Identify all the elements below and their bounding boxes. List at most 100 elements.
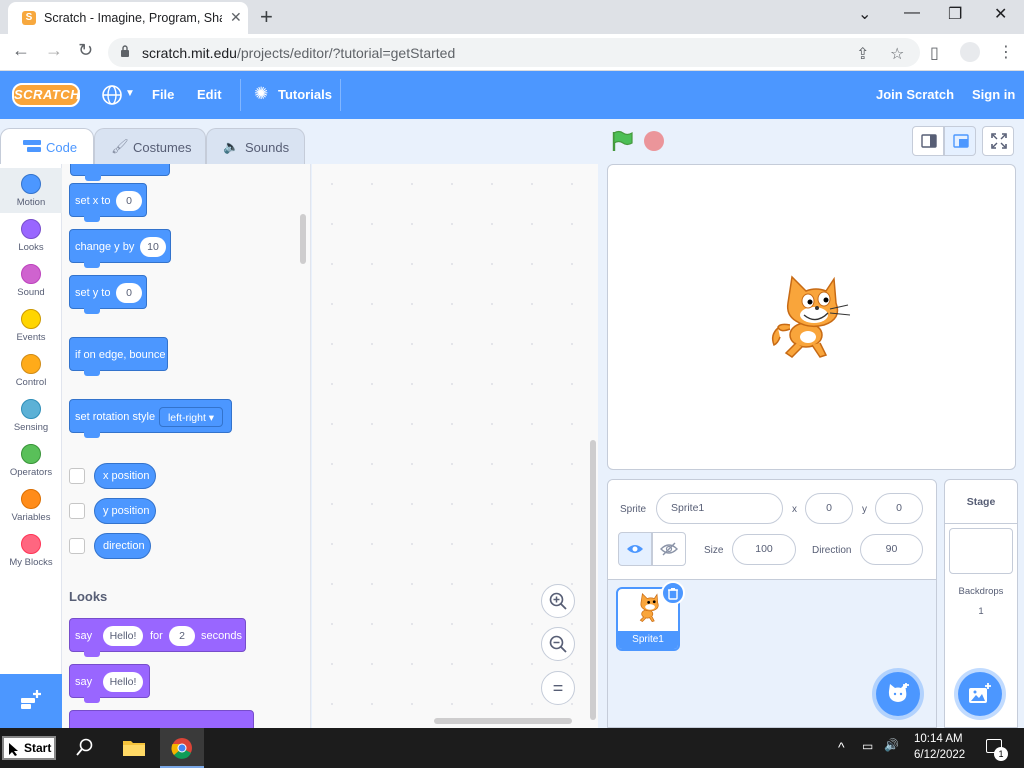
volume-icon[interactable]: 🔊	[884, 738, 899, 752]
stage-thumbnail[interactable]	[949, 528, 1013, 574]
bookmark-star-icon[interactable]: ☆	[890, 44, 904, 64]
tab-sounds[interactable]: 🔈 Sounds	[206, 128, 305, 164]
say-text-input[interactable]: Hello!	[103, 672, 143, 692]
image-add-icon	[969, 683, 991, 703]
reporter-y-position[interactable]: y position	[94, 498, 156, 524]
tray-chevron-up-icon[interactable]: ^	[838, 739, 845, 755]
file-explorer-icon[interactable]	[122, 737, 146, 757]
normal-stage-button[interactable]	[944, 126, 976, 156]
sprite-info-panel: Sprite Sprite1 x 0 y 0 Size 100 Directio…	[608, 480, 936, 580]
category-control[interactable]: Control	[0, 348, 62, 393]
rotation-style-dropdown[interactable]: left-right ▾	[159, 407, 223, 427]
clock-time[interactable]: 10:14 AM	[914, 733, 963, 745]
tab-code[interactable]: Code	[0, 128, 94, 164]
block-set-x[interactable]: set x to 0	[69, 183, 147, 222]
set-y-value-input[interactable]: 0	[116, 283, 142, 303]
browser-tab[interactable]: S Scratch - Imagine, Program, Share ✕	[8, 2, 248, 34]
block-partial[interactable]	[70, 164, 170, 181]
zoom-out-button[interactable]	[541, 627, 575, 661]
join-scratch-link[interactable]: Join Scratch	[876, 87, 954, 102]
x-position-input[interactable]: 0	[805, 493, 853, 524]
cat-sprite[interactable]	[768, 273, 854, 363]
file-menu[interactable]: File	[152, 87, 174, 102]
scratch-logo[interactable]: SCRATCH	[12, 83, 80, 107]
add-extension-button[interactable]	[0, 674, 62, 728]
category-sound[interactable]: Sound	[0, 258, 62, 303]
sign-in-link[interactable]: Sign in	[972, 87, 1015, 102]
y-position-checkbox[interactable]	[69, 503, 85, 519]
block-say[interactable]: say Hello!	[69, 664, 150, 703]
backdrops-count: 1	[978, 606, 984, 617]
set-x-value-input[interactable]: 0	[116, 191, 142, 211]
category-dot	[21, 489, 41, 509]
network-icon[interactable]: ▭	[862, 739, 873, 753]
block-say-for-seconds[interactable]: say Hello! for 2 seconds	[69, 618, 246, 657]
block-think-partial[interactable]	[69, 710, 254, 728]
category-dot	[21, 354, 41, 374]
profile-avatar-icon[interactable]	[960, 42, 980, 62]
sprite-name-input[interactable]: Sprite1	[656, 493, 783, 524]
script-vertical-scrollbar[interactable]	[590, 440, 596, 720]
sidebar-icon[interactable]: ▯	[930, 43, 939, 63]
stop-icon[interactable]	[644, 131, 664, 151]
new-tab-button[interactable]: +	[260, 4, 273, 30]
close-window-icon[interactable]: ✕	[994, 4, 1007, 24]
category-my-blocks[interactable]: My Blocks	[0, 528, 62, 573]
direction-checkbox[interactable]	[69, 538, 85, 554]
hide-sprite-button[interactable]	[652, 532, 686, 566]
category-events[interactable]: Events	[0, 303, 62, 348]
restore-icon[interactable]: ❐	[948, 4, 962, 24]
tutorials-menu[interactable]: Tutorials	[278, 87, 332, 102]
zoom-in-button[interactable]	[541, 584, 575, 618]
category-sensing[interactable]: Sensing	[0, 393, 62, 438]
category-variables[interactable]: Variables	[0, 483, 62, 528]
chevron-down-icon[interactable]: ⌄	[858, 4, 871, 24]
back-arrow-icon[interactable]: ←	[12, 40, 30, 61]
share-icon[interactable]: ⇪	[856, 44, 869, 64]
block-bounce[interactable]: if on edge, bounce	[69, 337, 168, 376]
fullscreen-button[interactable]	[982, 126, 1014, 156]
choose-sprite-button[interactable]	[876, 672, 920, 716]
tab-close-icon[interactable]: ✕	[230, 9, 242, 26]
choose-backdrop-button[interactable]	[958, 672, 1002, 716]
edit-menu[interactable]: Edit	[197, 87, 222, 102]
small-stage-button[interactable]	[912, 126, 944, 156]
block-change-y[interactable]: change y by 10	[69, 229, 171, 268]
zoom-out-icon	[549, 635, 567, 653]
chrome-taskbar-button[interactable]	[160, 728, 204, 768]
delete-sprite-button[interactable]	[661, 581, 685, 605]
stage-canvas[interactable]	[607, 164, 1016, 470]
category-operators[interactable]: Operators	[0, 438, 62, 483]
url-input[interactable]: scratch.mit.edu/projects/editor/?tutoria…	[108, 38, 920, 67]
zoom-reset-button[interactable]: =	[541, 671, 575, 705]
eye-slash-icon	[660, 542, 678, 556]
y-position-input[interactable]: 0	[875, 493, 923, 524]
direction-input[interactable]: 90	[860, 534, 923, 565]
change-y-value-input[interactable]: 10	[140, 237, 166, 257]
minimize-icon[interactable]: —	[904, 4, 920, 22]
green-flag-icon[interactable]	[611, 130, 633, 152]
block-set-rotation-style[interactable]: set rotation style left-right ▾	[69, 399, 232, 438]
x-position-checkbox[interactable]	[69, 468, 85, 484]
category-motion[interactable]: Motion	[0, 168, 62, 213]
reporter-direction[interactable]: direction	[94, 533, 151, 559]
clock-date[interactable]: 6/12/2022	[914, 749, 965, 761]
say-for-text-input[interactable]: Hello!	[103, 626, 143, 646]
reporter-x-position[interactable]: x position	[94, 463, 156, 489]
menu-kebab-icon[interactable]: ⋮	[998, 42, 1014, 62]
notification-count-badge: 1	[994, 747, 1008, 761]
globe-icon[interactable]	[101, 84, 123, 106]
start-button[interactable]: Start	[2, 736, 56, 760]
language-caret-icon[interactable]: ▼	[125, 88, 135, 99]
forward-arrow-icon[interactable]: →	[45, 40, 63, 61]
show-sprite-button[interactable]	[618, 532, 652, 566]
search-icon[interactable]	[76, 738, 94, 756]
tab-costumes[interactable]: 🖌 Costumes	[94, 128, 206, 164]
palette-scrollbar[interactable]	[300, 214, 306, 264]
size-input[interactable]: 100	[732, 534, 796, 565]
say-for-seconds-input[interactable]: 2	[169, 626, 195, 646]
category-looks[interactable]: Looks	[0, 213, 62, 258]
block-set-y[interactable]: set y to 0	[69, 275, 147, 314]
reload-icon[interactable]: ↻	[78, 40, 93, 61]
script-horizontal-scrollbar[interactable]	[434, 718, 572, 724]
